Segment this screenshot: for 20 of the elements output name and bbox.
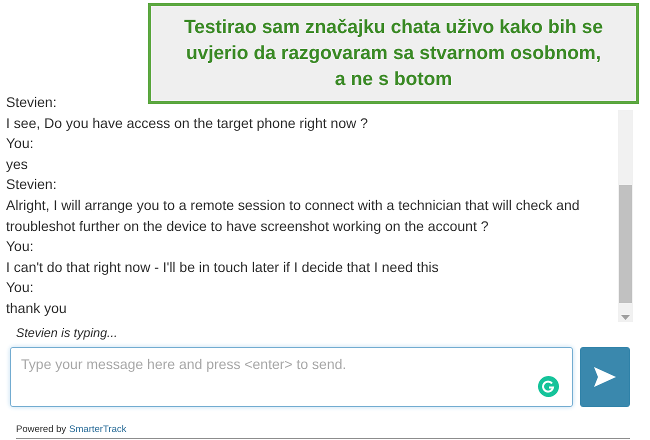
- grammar-check-icon[interactable]: [538, 376, 559, 397]
- message-text: I can't do that right now - I'll be in touch later if I decide that I need this: [6, 258, 439, 277]
- powered-by-text: Powered by: [16, 424, 66, 437]
- sender-name: You:: [6, 134, 34, 154]
- sender-name: Stevien:: [6, 93, 57, 112]
- callout-text: Testirao sam značajku chata uživo kako bih se uvjerio da razgovaram sa stvarnom osobnom, a ne s botom: [184, 16, 604, 92]
- scroll-down-icon[interactable]: [621, 315, 630, 320]
- sender-name: You:: [6, 237, 34, 256]
- sender-name: Stevien:: [6, 175, 57, 194]
- scrollbar[interactable]: [618, 110, 633, 322]
- message-text: I see, Do you have access on the target phone right now ?: [6, 114, 368, 133]
- smartertrack-link[interactable]: SmarterTrack: [69, 424, 126, 438]
- message-text: yes: [6, 154, 28, 174]
- message-text: thank you: [6, 298, 67, 318]
- message-text: Alright, I will arrange you to a remote session to connect with a technician that will check and troubleshot further on the device to have screenshot working on the account ?: [6, 196, 581, 236]
- message-field[interactable]: Type your message here and press <enter> to send.: [10, 347, 573, 407]
- sender-name: You:: [6, 278, 34, 298]
- send-button[interactable]: [580, 347, 630, 407]
- send-icon: [594, 367, 616, 387]
- typing-status: Stevien is typing...: [16, 326, 118, 342]
